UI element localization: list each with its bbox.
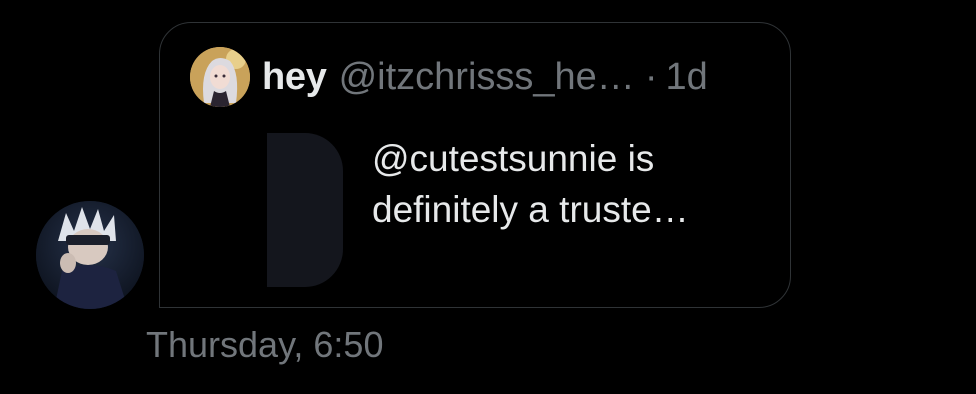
author-avatar-image	[190, 47, 250, 107]
quoted-tweet-card[interactable]: hey @itzchrisss_he… · 1d @cutestsunnie i…	[159, 22, 791, 308]
author-avatar[interactable]	[190, 47, 250, 107]
author-name[interactable]: hey	[262, 56, 327, 99]
author-handle[interactable]: @itzchrisss_he…	[339, 56, 635, 99]
sender-avatar-image	[36, 201, 144, 309]
sender-avatar[interactable]	[36, 201, 144, 309]
separator-dot: ·	[644, 55, 658, 98]
quoted-tweet-text: @cutestsunnie is definitely a truste…	[372, 138, 689, 230]
quoted-tweet-header: hey @itzchrisss_he… · 1d	[190, 47, 708, 107]
post-time: 1d	[665, 55, 708, 98]
message-timestamp: Thursday, 6:50	[146, 324, 384, 365]
media-thumbnail[interactable]	[267, 133, 343, 287]
